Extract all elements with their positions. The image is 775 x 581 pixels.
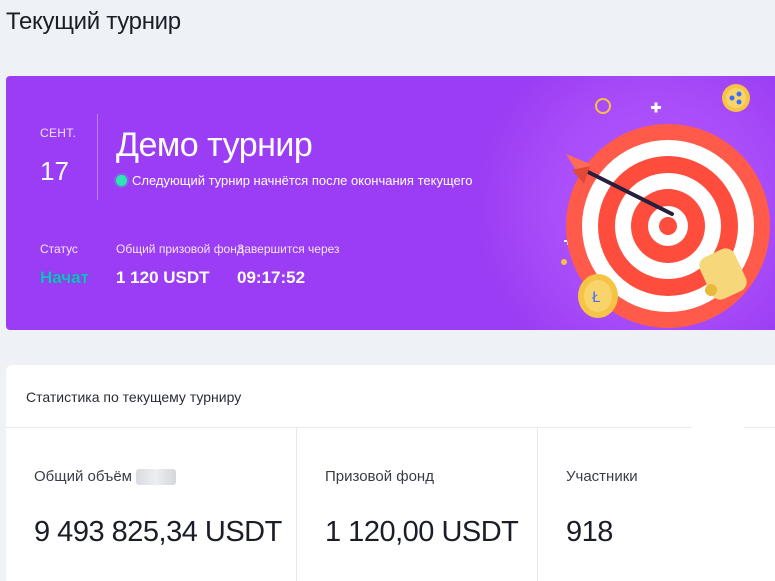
- stats-header: Статистика по текущему турниру: [26, 389, 242, 405]
- tournament-subtitle: Следующий турнир начнётся после окончани…: [116, 173, 472, 188]
- page-title: Текущий турнир: [6, 8, 181, 35]
- prize-pool-label: Общий призовой фонд: [116, 242, 244, 256]
- status-value: Начат: [40, 268, 89, 287]
- date-month: СЕНТ.: [40, 126, 77, 140]
- ring-icon: [595, 98, 611, 114]
- stat-value: 9 493 825,34 USDT: [34, 516, 282, 548]
- svg-text:Ł: Ł: [591, 290, 600, 306]
- status-label: Статус: [40, 242, 78, 256]
- tournament-subtitle-text: Следующий турнир начнётся после окончани…: [132, 173, 473, 188]
- date-divider: [97, 114, 98, 200]
- stat-label: Участники: [566, 468, 638, 485]
- stat-participants: Участники 918: [537, 428, 775, 581]
- tournament-stats-card: Статистика по текущему турниру Общий объ…: [6, 365, 775, 581]
- coin-icon: [722, 84, 750, 112]
- stat-label: Призовой фонд: [325, 468, 434, 485]
- status-dot-icon: [116, 175, 127, 186]
- tournament-title: Демо турнир: [116, 126, 313, 164]
- stat-label-text: Общий объём: [34, 468, 132, 485]
- redacted-blur: [136, 468, 176, 485]
- date-day: 17: [40, 156, 69, 186]
- stat-total-volume: Общий объём 9 493 825,34 USDT: [6, 428, 296, 581]
- tournament-banner: СЕНТ. 17 Демо турнир Следующий турнир на…: [6, 76, 775, 330]
- coin-icon: Ł: [578, 274, 618, 318]
- stat-value: 918: [566, 516, 613, 548]
- stat-prize-pool: Призовой фонд 1 120,00 USDT: [296, 428, 537, 581]
- stat-value: 1 120,00 USDT: [325, 516, 519, 548]
- ends-in-timer: 09:17:52: [237, 268, 306, 287]
- stat-label: Общий объём: [34, 468, 176, 485]
- ends-in-label: Завершится через: [237, 242, 340, 256]
- target-illustration: Ł: [561, 84, 770, 328]
- prize-pool-value: 1 120 USDT: [116, 268, 210, 287]
